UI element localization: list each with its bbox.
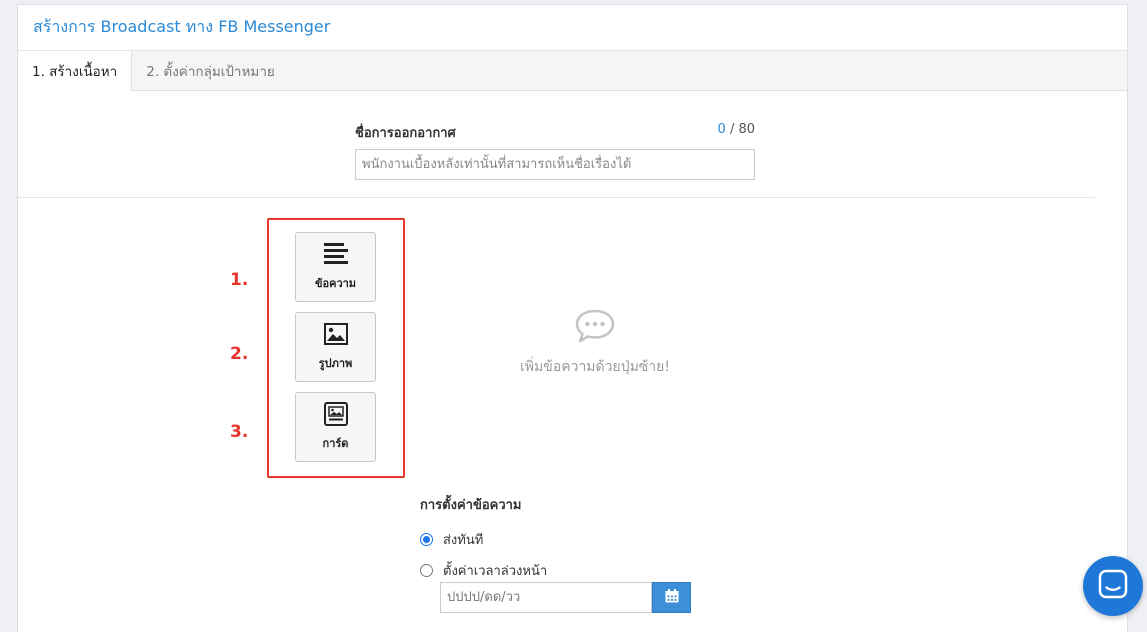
broadcast-name-input[interactable]: [355, 149, 755, 180]
chat-icon: [1098, 569, 1128, 603]
card-icon: [323, 402, 349, 426]
image-icon: [323, 322, 349, 346]
speech-bubble-icon: [574, 309, 616, 348]
step-number-2: 2.: [230, 344, 249, 364]
tab-target-audience[interactable]: 2. ตั้งค่ากลุ่มเป้าหมาย: [132, 51, 289, 90]
schedule-date-input[interactable]: [440, 582, 652, 613]
add-image-label: รูปภาพ: [318, 357, 353, 370]
tab-bar: 1. สร้างเนื้อหา 2. ตั้งค่ากลุ่มเป้าหมาย: [18, 51, 1127, 91]
counter-max: / 80: [729, 122, 755, 137]
page-title: สร้างการ Broadcast ทาง FB Messenger: [33, 17, 331, 36]
message-settings-title: การตั้งค่าข้อความ: [420, 498, 522, 513]
schedule-date-picker: [440, 582, 691, 613]
send-now-label: ส่งทันที: [443, 533, 484, 548]
send-now-option[interactable]: ส่งทันที: [420, 529, 547, 550]
panel-header: สร้างการ Broadcast ทาง FB Messenger: [18, 5, 1127, 51]
character-counter: 0 / 80: [718, 122, 755, 143]
counter-current: 0: [717, 122, 726, 137]
add-image-button[interactable]: รูปภาพ: [295, 312, 376, 382]
chat-launcher-button[interactable]: [1083, 556, 1143, 616]
broadcast-name-label: ชื่อการออกอากาศ: [355, 126, 456, 141]
add-card-button[interactable]: การ์ด: [295, 392, 376, 462]
send-now-radio[interactable]: [420, 533, 433, 546]
message-settings: การตั้งค่าข้อความ ส่งทันที ตั้งค่าเวลาล่…: [420, 494, 547, 581]
calendar-icon: [665, 588, 679, 607]
step-number-3: 3.: [230, 422, 249, 442]
text-lines-icon: [323, 242, 349, 266]
calendar-button[interactable]: [652, 582, 691, 613]
tab-create-content[interactable]: 1. สร้างเนื้อหา: [18, 51, 133, 91]
schedule-radio[interactable]: [420, 564, 433, 577]
empty-message-text: เพิ่มข้อความด้วยปุ่มซ้าย!: [520, 359, 670, 375]
schedule-option[interactable]: ตั้งค่าเวลาล่วงหน้า: [420, 560, 547, 581]
add-card-label: การ์ด: [322, 437, 349, 450]
add-text-button[interactable]: ข้อความ: [295, 232, 376, 302]
step-number-1: 1.: [230, 270, 249, 290]
add-text-label: ข้อความ: [314, 277, 357, 290]
broadcast-name-field: ชื่อการออกอากาศ 0 / 80: [355, 122, 755, 180]
schedule-label: ตั้งค่าเวลาล่วงหน้า: [443, 564, 548, 579]
section-divider: [15, 197, 1095, 198]
empty-message-state: เพิ่มข้อความด้วยปุ่มซ้าย!: [480, 308, 710, 378]
